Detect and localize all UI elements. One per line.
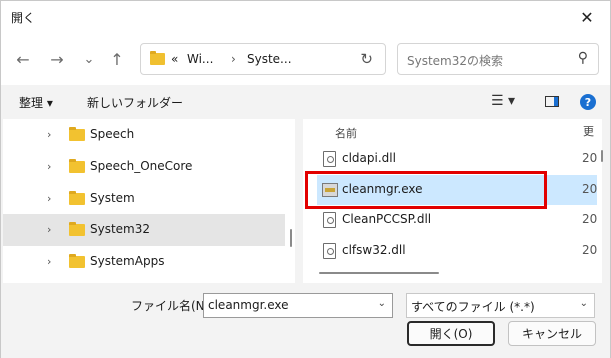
folder-icon xyxy=(69,159,85,173)
cancel-button-label: キャンセル xyxy=(521,327,582,341)
up-button[interactable]: ↑ xyxy=(105,46,129,72)
tree-item-system32[interactable]: › System32 xyxy=(3,214,285,246)
search-input[interactable]: System32の検索 xyxy=(407,52,503,69)
folder-icon xyxy=(69,127,85,141)
file-type-value: すべてのファイル (*.*) xyxy=(411,300,535,314)
dll-file-icon xyxy=(323,212,336,228)
folder-icon xyxy=(69,222,85,236)
chevron-down-icon: ⌄ xyxy=(83,51,95,67)
folder-icon xyxy=(69,254,85,268)
refresh-icon[interactable]: ↻ xyxy=(360,50,373,68)
close-icon: ✕ xyxy=(580,7,594,27)
column-header-date[interactable]: 更 xyxy=(583,123,594,139)
close-button[interactable]: ✕ xyxy=(564,1,610,33)
chevron-right-icon[interactable]: › xyxy=(47,255,51,268)
chevron-down-icon[interactable]: ⌄ xyxy=(378,298,386,309)
tree-item-label: System xyxy=(90,191,135,205)
forward-button[interactable]: → xyxy=(45,46,69,72)
tree-item-label: SystemApps xyxy=(90,254,165,268)
back-button[interactable]: ← xyxy=(11,46,35,72)
breadcrumb-separator: › xyxy=(231,52,236,66)
chevron-right-icon[interactable]: › xyxy=(47,160,51,173)
open-button[interactable]: 開く(O) xyxy=(407,321,495,346)
view-options-icon[interactable]: ☰ ▾ xyxy=(491,93,515,109)
tree-item-speech[interactable]: › Speech xyxy=(3,119,285,151)
cancel-button[interactable]: キャンセル xyxy=(508,321,596,346)
folder-icon xyxy=(150,51,165,65)
tree-item-systemapps[interactable]: › SystemApps xyxy=(3,246,285,278)
up-arrow-icon: ↑ xyxy=(110,49,124,69)
help-icon[interactable]: ? xyxy=(580,94,596,110)
window-title: 開く xyxy=(11,11,36,25)
breadcrumb-windows[interactable]: Wi... xyxy=(187,52,213,66)
open-button-label: 開く(O) xyxy=(429,327,473,341)
file-row-cldapi[interactable]: cldapi.dll 20 xyxy=(317,144,597,174)
tree-item-label: Speech xyxy=(90,127,135,141)
file-date: 20 xyxy=(582,151,598,165)
file-list-horizontal-scrollbar[interactable] xyxy=(319,272,439,274)
filename-input[interactable]: cleanmgr.exe xyxy=(208,298,289,312)
search-box[interactable]: System32の検索 ⚲ xyxy=(397,43,599,75)
file-name: cldapi.dll xyxy=(342,151,396,165)
search-icon[interactable]: ⚲ xyxy=(578,50,588,66)
chevron-right-icon[interactable]: › xyxy=(47,128,51,141)
highlight-box xyxy=(305,171,547,209)
folder-icon xyxy=(69,191,85,205)
dll-file-icon xyxy=(323,243,336,259)
sort-ascending-icon: ⌃ xyxy=(447,119,456,126)
folder-tree: › Speech › Speech_OneCore › System › Sys… xyxy=(3,119,295,283)
column-header-name[interactable]: 名前 xyxy=(335,125,357,141)
preview-pane-icon[interactable] xyxy=(545,96,559,107)
file-date: 20 xyxy=(582,212,598,226)
file-date: 20 xyxy=(582,243,598,257)
file-row-cleanpccsp[interactable]: CleanPCCSP.dll 20 xyxy=(317,205,597,235)
new-folder-button[interactable]: 新しいフォルダー xyxy=(87,94,183,111)
file-name: CleanPCCSP.dll xyxy=(342,212,432,226)
recent-locations-button[interactable]: ⌄ xyxy=(77,46,101,72)
chevron-right-icon[interactable]: › xyxy=(47,192,51,205)
filename-label: ファイル名(N): xyxy=(131,299,214,313)
tree-item-label: Speech_OneCore xyxy=(90,159,193,173)
navigation-bar: ← → ⌄ ↑ « Wi... › Syste... ↻ System32の検索… xyxy=(1,33,610,85)
back-arrow-icon: ← xyxy=(16,49,30,69)
chevron-right-icon[interactable]: › xyxy=(47,223,51,236)
filename-combobox[interactable]: cleanmgr.exe ⌄ xyxy=(203,293,393,318)
chevron-down-icon[interactable]: ⌄ xyxy=(580,298,588,309)
tree-scrollbar[interactable] xyxy=(290,229,292,247)
file-row-clfsw32[interactable]: clfsw32.dll 20 xyxy=(317,236,597,266)
tree-item-system[interactable]: › System xyxy=(3,183,285,215)
breadcrumb-overflow[interactable]: « xyxy=(171,52,178,66)
organize-menu[interactable]: 整理 ▾ xyxy=(19,94,53,111)
file-type-filter[interactable]: すべてのファイル (*.*) ⌄ xyxy=(406,293,595,318)
dialog-footer: ファイル名(N): cleanmgr.exe ⌄ すべてのファイル (*.*) … xyxy=(1,283,610,358)
tree-item-label: System32 xyxy=(90,222,151,236)
dll-file-icon xyxy=(323,151,336,167)
forward-arrow-icon: → xyxy=(50,49,64,69)
tree-item-speech-onecore[interactable]: › Speech_OneCore xyxy=(3,151,285,183)
title-bar: 開く ✕ xyxy=(1,1,610,33)
open-file-dialog: 開く ✕ ← → ⌄ ↑ « Wi... › Syste... ↻ System… xyxy=(0,0,611,358)
file-date: 20 xyxy=(582,182,598,196)
file-name: clfsw32.dll xyxy=(342,243,406,257)
command-bar: 整理 ▾ 新しいフォルダー ☰ ▾ ? xyxy=(1,85,610,119)
file-list-vertical-scrollbar[interactable] xyxy=(601,150,603,162)
address-bar[interactable]: « Wi... › Syste... ↻ xyxy=(140,43,386,75)
breadcrumb-system32[interactable]: Syste... xyxy=(247,52,292,66)
